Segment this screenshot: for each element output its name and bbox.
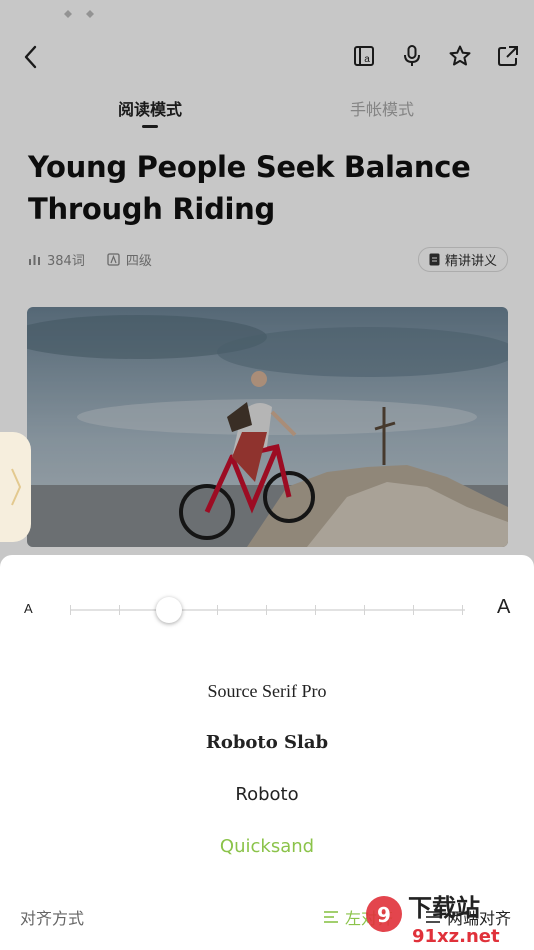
slider-tick (462, 605, 463, 615)
font-size-small-label: A (24, 601, 33, 616)
chevron-right-icon (10, 468, 21, 506)
align-left-icon (324, 911, 338, 923)
slider-tick (119, 605, 120, 615)
slider-tick (315, 605, 316, 615)
font-family-list: Source Serif Pro Roboto Slab Roboto Quic… (0, 673, 534, 881)
slider-tick (217, 605, 218, 615)
font-option-roboto-slab[interactable]: Roboto Slab (0, 725, 534, 777)
svg-text:9: 9 (377, 903, 391, 927)
svg-text:91xz.net: 91xz.net (412, 926, 500, 947)
font-size-slider[interactable]: A A (0, 593, 534, 627)
slider-knob[interactable] (155, 597, 182, 623)
slider-tick (70, 605, 71, 615)
side-drawer-handle[interactable] (0, 432, 31, 542)
watermark-logo: 9 下载站 91xz.net (366, 894, 500, 947)
slider-tick (364, 605, 365, 615)
font-option-roboto[interactable]: Roboto (0, 777, 534, 829)
slider-tick (266, 605, 267, 615)
reader-screen: 10:07 a 阅读模式 手帐模式 Young People Seek Bala… (0, 0, 534, 950)
alignment-label: 对齐方式 (20, 909, 85, 928)
slider-tick (413, 605, 414, 615)
font-option-quicksand[interactable]: Quicksand (0, 829, 534, 881)
font-size-large-label: A (497, 596, 511, 618)
svg-text:下载站: 下载站 (408, 894, 480, 922)
font-option-source-serif-pro[interactable]: Source Serif Pro (0, 673, 534, 725)
slider-track[interactable] (70, 597, 465, 623)
